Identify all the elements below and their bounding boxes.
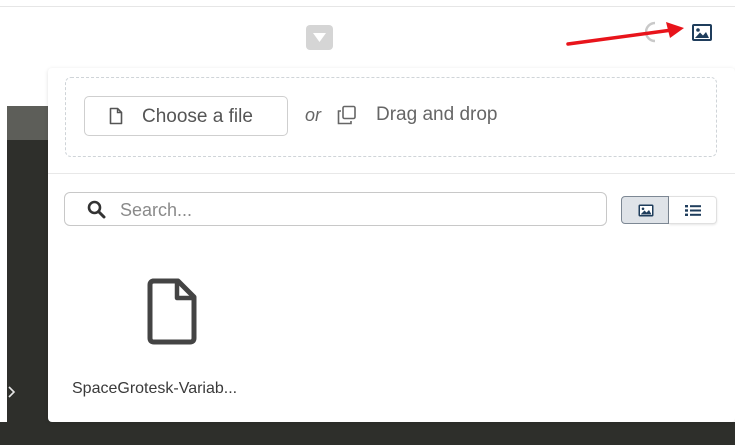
image-icon — [638, 204, 654, 217]
background-footer — [0, 422, 735, 445]
view-toggle — [621, 196, 717, 224]
file-tile[interactable]: SpaceGrotesk-Variab... — [68, 268, 278, 408]
file-picker-panel: Choose a file or Drag and drop Search... — [48, 68, 735, 422]
top-divider — [0, 6, 735, 7]
copy-icon — [337, 105, 356, 125]
list-icon — [685, 205, 701, 216]
list-view-button[interactable] — [669, 196, 717, 224]
file-icon — [109, 107, 123, 125]
chevron-right-icon — [8, 386, 16, 398]
file-name: SpaceGrotesk-Variab... — [72, 380, 238, 397]
search-icon — [87, 200, 106, 219]
collapse-button[interactable] — [306, 25, 333, 50]
red-arrow-annotation — [566, 22, 684, 46]
grid-view-button[interactable] — [621, 196, 669, 224]
caret-down-icon — [313, 33, 326, 42]
file-icon — [147, 278, 197, 345]
image-icon[interactable] — [691, 23, 713, 42]
search-placeholder: Search... — [120, 200, 193, 220]
or-separator: or — [305, 105, 322, 125]
choose-file-label: Choose a file — [142, 106, 253, 127]
upload-dropzone[interactable]: Choose a file or Drag and drop — [65, 77, 717, 157]
choose-file-button[interactable]: Choose a file — [84, 96, 288, 136]
section-divider — [48, 173, 735, 174]
search-field[interactable]: Search... — [64, 192, 607, 226]
drag-and-drop-label: Drag and drop — [376, 104, 498, 125]
